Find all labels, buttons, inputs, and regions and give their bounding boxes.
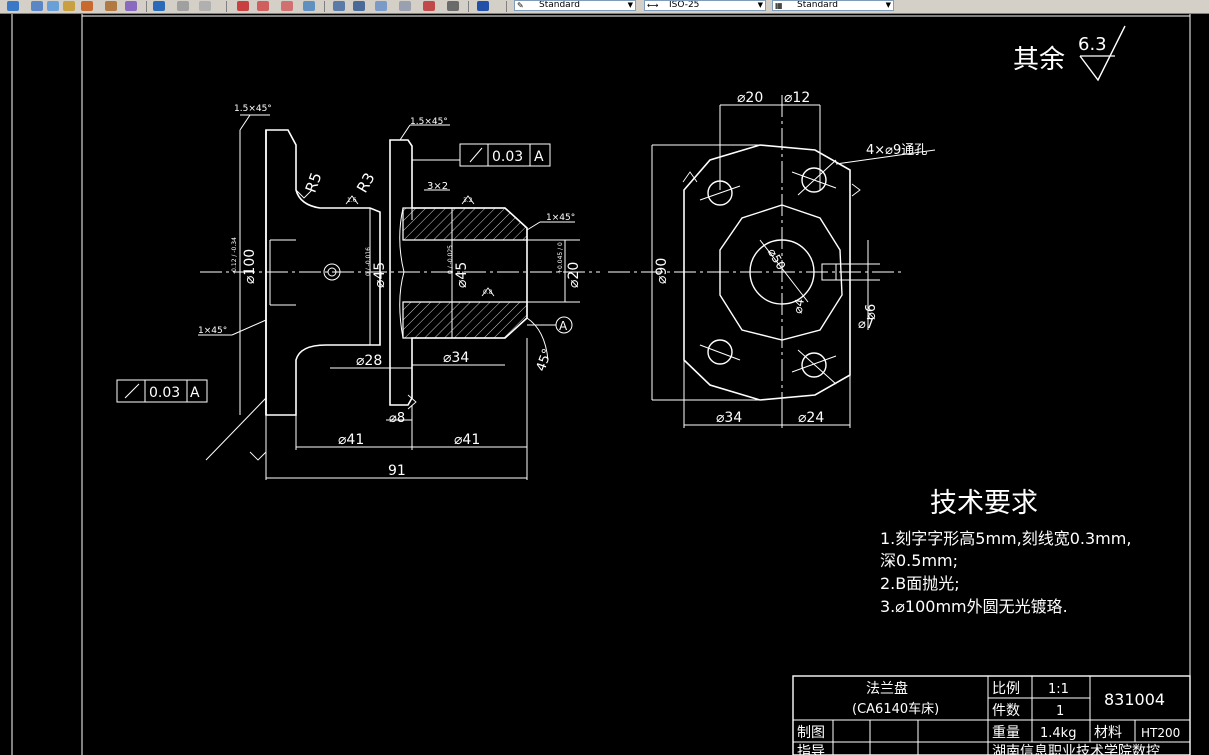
- requirements-line-1: 1.刻字字形高5mm,刻线宽0.3mm,: [880, 529, 1131, 548]
- material-label: 材料: [1094, 725, 1122, 741]
- weight-label: 重量: [992, 725, 1020, 741]
- roughness-prefix: 其余: [1013, 45, 1065, 75]
- table-style-select[interactable]: ▦ Standard ▼: [772, 0, 894, 11]
- d34-side-label: ⌀34: [716, 410, 742, 426]
- calculator-icon[interactable]: [446, 0, 460, 12]
- weight-value: 1.4kg: [1040, 726, 1076, 741]
- d34-front-label: ⌀34: [443, 350, 469, 366]
- roughness-value: 6.3: [1078, 34, 1107, 55]
- groove-label: 3×2: [427, 181, 448, 192]
- chamfer-right-label: 1×45°: [546, 213, 575, 223]
- d45a-tol-label: 0 / -0.016: [365, 247, 372, 276]
- snap-icon[interactable]: [6, 0, 20, 12]
- cad-toolbar: ✎ Standard ▼ ⟷ ISO-25 ▼ ▦ Standard ▼: [0, 0, 1209, 14]
- d20-front-label: ⌀20: [566, 262, 582, 288]
- tool-palettes-icon[interactable]: [374, 0, 388, 12]
- help-icon[interactable]: [476, 0, 490, 12]
- design-center-icon[interactable]: [352, 0, 366, 12]
- requirements-title: 技术要求: [930, 488, 1038, 519]
- radius-1-label: R5: [302, 170, 326, 195]
- zoom-previous-icon[interactable]: [302, 0, 316, 12]
- d90-label: ⌀90: [654, 258, 670, 284]
- chamfer-top-left-label: 1.5×45°: [234, 104, 272, 114]
- datum-label: A: [559, 319, 568, 333]
- tolerance-left-value: 0.03: [149, 385, 180, 401]
- d8-label: ⌀8: [389, 411, 405, 426]
- drawing-number: 831004: [1104, 690, 1165, 709]
- rough-08-label: 0.8: [483, 289, 493, 296]
- d4-label: ⌀4: [791, 298, 807, 315]
- qty-value: 1: [1056, 704, 1064, 719]
- school-name: 湖南信息职业技术学院数控: [992, 743, 1160, 755]
- match-properties-icon[interactable]: [80, 0, 94, 12]
- d50-label: ⌀50: [765, 246, 788, 272]
- tolerance-top-value: 0.03: [492, 149, 523, 165]
- chamfer-left-label: 1×45°: [198, 326, 227, 336]
- d45b-tol-label: 0 / -0.025: [447, 245, 454, 274]
- requirements-line-3: 2.B面抛光;: [880, 574, 960, 593]
- redo-dropdown-icon[interactable]: [198, 0, 212, 12]
- block-editor-icon[interactable]: [124, 0, 138, 12]
- sheet-set-icon[interactable]: [398, 0, 412, 12]
- front-view: [116, 114, 600, 480]
- d20-side-label: ⌀20: [737, 90, 763, 106]
- d45a-label: ⌀45: [372, 262, 388, 288]
- chamfer-top-mid-label: 1.5×45°: [410, 117, 448, 127]
- text-style-select[interactable]: ✎ Standard ▼: [514, 0, 636, 11]
- d24-label: ⌀24: [798, 410, 824, 426]
- markup-icon[interactable]: [422, 0, 436, 12]
- guide-label: 指导: [797, 744, 825, 755]
- d41b-label: ⌀41: [454, 432, 480, 448]
- d28-label: ⌀28: [356, 353, 382, 369]
- rough-16-label: 1.6: [347, 197, 357, 204]
- rough-32-label: 3.2: [463, 197, 473, 204]
- requirements-line-4: 3.⌀100mm外圆无光镀珞.: [880, 597, 1068, 616]
- radius-2-label: R3: [353, 170, 379, 196]
- copy-icon[interactable]: [46, 0, 60, 12]
- d100-label: ⌀100: [242, 249, 258, 284]
- pan-icon[interactable]: [236, 0, 250, 12]
- zoom-window-icon[interactable]: [280, 0, 294, 12]
- brush-icon[interactable]: [104, 0, 118, 12]
- properties-icon[interactable]: [332, 0, 346, 12]
- chevron-down-icon: ▼: [757, 1, 763, 9]
- scale-label: 比例: [992, 681, 1020, 697]
- d45b-label: ⌀45: [454, 262, 470, 288]
- angle-45-label: 45°: [534, 347, 556, 374]
- zoom-realtime-icon[interactable]: [256, 0, 270, 12]
- tolerance-left-ref: A: [190, 385, 200, 401]
- table-style-icon: ▦: [775, 1, 783, 10]
- material-value: HT200: [1141, 726, 1180, 740]
- drawing-canvas[interactable]: 其余 6.3 1.5×45° 1.5×45° 1×45° 1×45° R5 R3…: [0, 14, 1209, 755]
- d12-side-label: ⌀12: [784, 90, 810, 106]
- cut-icon[interactable]: [30, 0, 44, 12]
- tolerance-top-ref: A: [534, 149, 544, 165]
- redo-icon[interactable]: [176, 0, 190, 12]
- d20-front-tol-label: +0.045 / 0: [557, 242, 564, 274]
- d7-label: ⌀7: [858, 317, 874, 332]
- part-name: 法兰盘: [866, 680, 908, 697]
- dim-style-select[interactable]: ⟷ ISO-25 ▼: [644, 0, 766, 11]
- machine-name: (CA6140车床): [852, 701, 939, 717]
- d100-tol-label: -0.12 / -0.34: [231, 237, 238, 274]
- requirements-line-2: 深0.5mm;: [880, 551, 958, 570]
- text-style-icon: ✎: [517, 1, 524, 10]
- holes-label: 4×⌀9通孔: [866, 143, 927, 158]
- chevron-down-icon: ▼: [885, 1, 891, 9]
- drawn-label: 制图: [797, 725, 825, 741]
- scale-value: 1:1: [1048, 682, 1069, 697]
- paste-icon[interactable]: [62, 0, 76, 12]
- chevron-down-icon: ▼: [627, 1, 633, 9]
- d41a-label: ⌀41: [338, 432, 364, 448]
- dim-style-icon: ⟷: [647, 1, 659, 10]
- qty-label: 件数: [992, 703, 1020, 719]
- length-91-label: 91: [388, 463, 406, 479]
- undo-icon[interactable]: [152, 0, 166, 12]
